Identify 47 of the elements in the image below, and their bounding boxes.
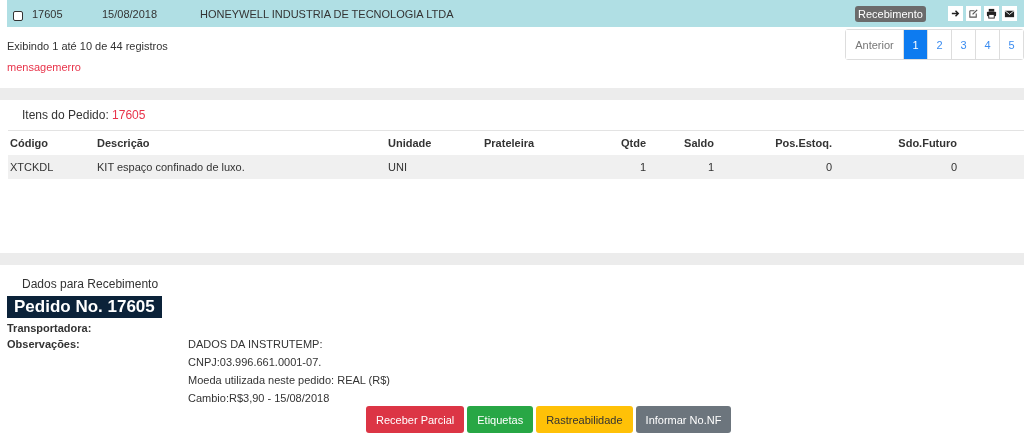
mail-button[interactable] xyxy=(1002,6,1017,21)
field-label: Transportadora: xyxy=(7,322,93,334)
field-value: DADOS DA INSTRUTEMP: xyxy=(188,338,324,350)
table-cell: HONEYWELL INDUSTRIA DE TECNOLOGIA LTDA xyxy=(200,7,454,20)
edit-icon xyxy=(968,8,979,19)
table-cell: 1 xyxy=(639,161,646,173)
action-button[interactable]: Receber Parcial xyxy=(366,406,465,433)
page-button[interactable]: 1 xyxy=(903,30,927,59)
field-label: Observações: xyxy=(7,338,81,352)
column-header: Descrição xyxy=(97,137,150,149)
table-cell-text: 15/08/2018 xyxy=(102,7,159,20)
field-value: CNPJ:03.996.661.0001-07. xyxy=(188,356,323,368)
table-cell: 0 xyxy=(950,161,957,173)
table-row[interactable]: 17605 15/08/2018 HONEYWELL INDUSTRIA DE TECNOLOGIA LTDA Recebimento xyxy=(7,0,1024,27)
column-header: Pos.Estoq. xyxy=(775,137,832,149)
table-cell: XTCKDL xyxy=(10,161,54,173)
print-button[interactable] xyxy=(984,6,999,21)
order-heading: Pedido No. 17605 xyxy=(7,296,162,318)
column-header: Sdo.Futuro xyxy=(898,137,957,149)
arrow-icon xyxy=(950,8,961,19)
tooltip: Recebimento xyxy=(855,6,926,22)
error-message: mensagemerro xyxy=(7,61,82,73)
checkbox[interactable] xyxy=(13,10,23,21)
column-header: Prateleira xyxy=(484,137,535,149)
table-cell: KIT espaço confinado de luxo. xyxy=(97,161,245,173)
column-header: Qtde xyxy=(620,137,646,149)
action-button[interactable]: Informar No.NF xyxy=(635,406,732,433)
section-title: Itens do Pedido: xyxy=(22,108,109,122)
table-cell: 1 xyxy=(707,161,714,173)
section-title: Dados para Recebimento xyxy=(21,277,160,291)
action-button[interactable]: Etiquetas xyxy=(467,406,534,433)
field-value: Moeda utilizada neste pedido: REAL (R$) xyxy=(188,374,390,386)
arrow-button[interactable] xyxy=(948,6,963,21)
table-cell-text: 17605 xyxy=(32,7,64,20)
action-button[interactable]: Rastreabilidade xyxy=(536,406,633,433)
column-header: Unidade xyxy=(388,137,432,149)
edit-button[interactable] xyxy=(966,6,981,21)
column-header: Código xyxy=(10,137,48,149)
printer-icon xyxy=(986,8,997,19)
page-button[interactable]: 5 xyxy=(999,30,1023,59)
table-cell: UNI xyxy=(388,161,407,173)
record-info: Exibindo 1 até 10 de 44 registros xyxy=(7,40,168,52)
column-header: Saldo xyxy=(684,137,714,149)
order-number: 17605 xyxy=(112,108,146,122)
table-cell: 0 xyxy=(825,161,832,173)
envelope-icon xyxy=(1004,8,1015,19)
field-value: Cambio:R$3,90 - 15/08/2018 xyxy=(188,392,331,404)
